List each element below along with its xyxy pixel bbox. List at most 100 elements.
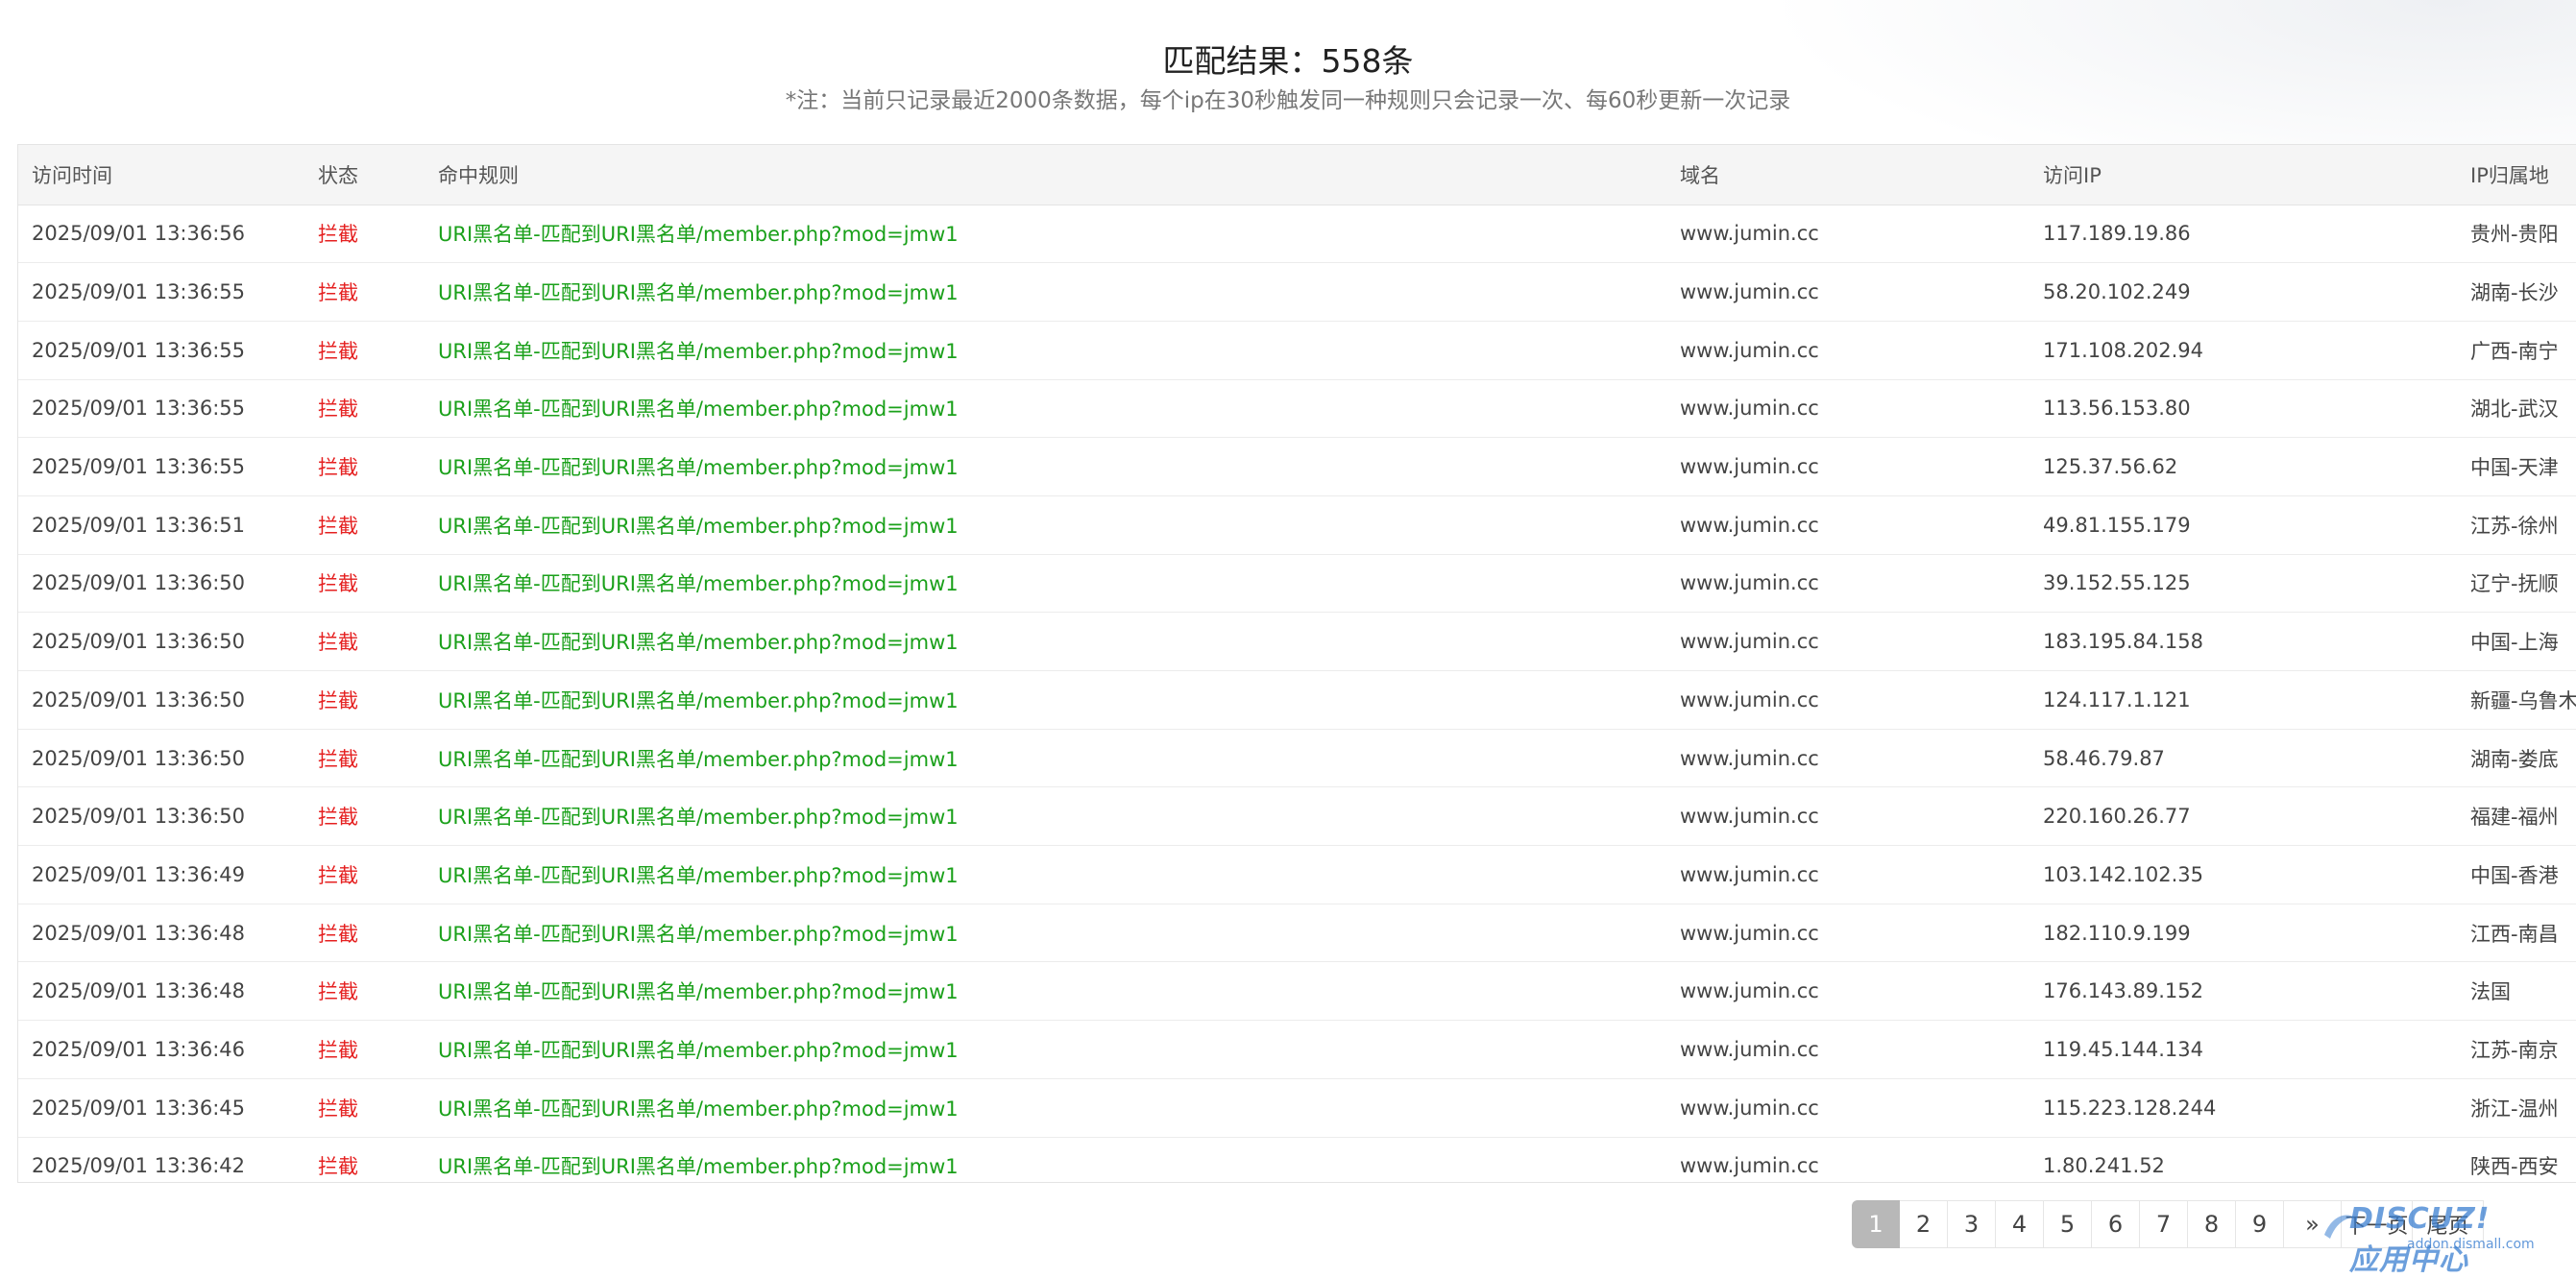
cell-location: 贵州-贵阳	[2457, 205, 2576, 264]
cell-rule: URI黑名单-匹配到URI黑名单/member.php?mod=jmw1	[425, 321, 1666, 380]
cell-domain: www.jumin.cc	[1666, 495, 2029, 555]
cell-domain: www.jumin.cc	[1666, 1020, 2029, 1079]
cell-ip: 171.108.202.94	[2029, 321, 2457, 380]
cell-rule: URI黑名单-匹配到URI黑名单/member.php?mod=jmw1	[425, 729, 1666, 788]
table-row: 2025/09/01 13:36:48 拦截 URI黑名单-匹配到URI黑名单/me…	[18, 904, 2576, 963]
table-row: 2025/09/01 13:36:50 拦截 URI黑名单-匹配到URI黑名单/me…	[18, 670, 2576, 730]
table-row: 2025/09/01 13:36:56 拦截 URI黑名单-匹配到URI黑名单/me…	[18, 205, 2576, 264]
cell-ip: 1.80.241.52	[2029, 1137, 2457, 1182]
cell-time: 2025/09/01 13:36:50	[18, 554, 304, 614]
table-row: 2025/09/01 13:36:55 拦截 URI黑名单-匹配到URI黑名单/me…	[18, 437, 2576, 496]
cell-location: 新疆-乌鲁木	[2457, 670, 2576, 730]
column-header-status: 状态	[304, 145, 425, 205]
cell-rule: URI黑名单-匹配到URI黑名单/member.php?mod=jmw1	[425, 961, 1666, 1022]
table-body: 2025/09/01 13:36:56 拦截 URI黑名单-匹配到URI黑名单/me…	[18, 205, 2576, 1182]
cell-rule: URI黑名单-匹配到URI黑名单/member.php?mod=jmw1	[425, 1137, 1666, 1182]
cell-ip: 49.81.155.179	[2029, 495, 2457, 555]
cell-location: 浙江-温州	[2457, 1078, 2576, 1138]
table-row: 2025/09/01 13:36:50 拦截 URI黑名单-匹配到URI黑名单/me…	[18, 554, 2576, 614]
page-button-2[interactable]: 2	[1900, 1200, 1948, 1248]
cell-status: 拦截	[304, 729, 425, 788]
cell-domain: www.jumin.cc	[1666, 786, 2029, 847]
cell-status: 拦截	[304, 379, 425, 439]
cell-location: 湖北-武汉	[2457, 379, 2576, 439]
cell-status: 拦截	[304, 205, 425, 264]
cell-status: 拦截	[304, 1137, 425, 1182]
cell-domain: www.jumin.cc	[1666, 904, 2029, 963]
page-note: *注：当前只记录最近2000条数据，每个ip在30秒触发同一种规则只会记录一次、…	[785, 88, 1791, 113]
cell-time: 2025/09/01 13:36:42	[18, 1137, 304, 1182]
page-button-6[interactable]: 6	[2092, 1200, 2140, 1248]
page-button-4[interactable]: 4	[1996, 1200, 2044, 1248]
cell-location: 中国-天津	[2457, 437, 2576, 496]
page-button-7[interactable]: 7	[2140, 1200, 2188, 1248]
cell-domain: www.jumin.cc	[1666, 845, 2029, 904]
table-row: 2025/09/01 13:36:50 拦截 URI黑名单-匹配到URI黑名单/me…	[18, 729, 2576, 788]
cell-location: 中国-上海	[2457, 612, 2576, 671]
cell-domain: www.jumin.cc	[1666, 554, 2029, 614]
cell-ip: 113.56.153.80	[2029, 379, 2457, 439]
cell-time: 2025/09/01 13:36:50	[18, 729, 304, 788]
page-button-9[interactable]: 9	[2236, 1200, 2284, 1248]
cell-ip: 182.110.9.199	[2029, 904, 2457, 963]
page-button-8[interactable]: 8	[2188, 1200, 2236, 1248]
column-header-rule: 命中规则	[425, 145, 1666, 205]
table-row: 2025/09/01 13:36:55 拦截 URI黑名单-匹配到URI黑名单/me…	[18, 321, 2576, 380]
log-table: 访问时间 状态 命中规则 域名 访问IP IP归属地 2025/09/01 13:36:5…	[18, 145, 2576, 1182]
cell-ip: 39.152.55.125	[2029, 554, 2457, 614]
last-page-button[interactable]: 尾页	[2413, 1200, 2484, 1248]
cell-rule: URI黑名单-匹配到URI黑名单/member.php?mod=jmw1	[425, 612, 1666, 671]
cell-ip: 58.20.102.249	[2029, 262, 2457, 322]
pagination: 1 2 3 4 5 6 7 8 9» 下一页 尾页	[1852, 1200, 2484, 1248]
cell-rule: URI黑名单-匹配到URI黑名单/member.php?mod=jmw1	[425, 437, 1666, 496]
cell-domain: www.jumin.cc	[1666, 262, 2029, 322]
column-header-location: IP归属地	[2457, 145, 2576, 205]
cell-ip: 183.195.84.158	[2029, 612, 2457, 671]
cell-status: 拦截	[304, 612, 425, 671]
next-page-button[interactable]: 下一页	[2342, 1200, 2413, 1248]
cell-rule: URI黑名单-匹配到URI黑名单/member.php?mod=jmw1	[425, 262, 1666, 322]
cell-domain: www.jumin.cc	[1666, 1078, 2029, 1138]
page-title: 匹配结果：558条	[1162, 42, 1414, 80]
cell-time: 2025/09/01 13:36:50	[18, 670, 304, 730]
cell-status: 拦截	[304, 1078, 425, 1138]
cell-status: 拦截	[304, 495, 425, 555]
page-button-5[interactable]: 5	[2044, 1200, 2092, 1248]
cell-domain: www.jumin.cc	[1666, 321, 2029, 380]
cell-domain: www.jumin.cc	[1666, 670, 2029, 730]
cell-rule: URI黑名单-匹配到URI黑名单/member.php?mod=jmw1	[425, 1078, 1666, 1138]
page-button-1[interactable]: 1	[1852, 1200, 1900, 1248]
table-row: 2025/09/01 13:36:50 拦截 URI黑名单-匹配到URI黑名单/me…	[18, 786, 2576, 847]
cell-rule: URI黑名单-匹配到URI黑名单/member.php?mod=jmw1	[425, 845, 1666, 904]
cell-time: 2025/09/01 13:36:48	[18, 904, 304, 963]
cell-time: 2025/09/01 13:36:49	[18, 845, 304, 904]
next-arrow-button[interactable]: »	[2284, 1200, 2342, 1248]
cell-domain: www.jumin.cc	[1666, 437, 2029, 496]
cell-time: 2025/09/01 13:36:55	[18, 262, 304, 322]
page-button-3[interactable]: 3	[1948, 1200, 1996, 1248]
table-row: 2025/09/01 13:36:49 拦截 URI黑名单-匹配到URI黑名单/me…	[18, 845, 2576, 904]
cell-time: 2025/09/01 13:36:51	[18, 495, 304, 555]
cell-time: 2025/09/01 13:36:50	[18, 786, 304, 847]
log-table-container[interactable]: 访问时间 状态 命中规则 域名 访问IP IP归属地 2025/09/01 13:36:5…	[17, 144, 2576, 1183]
cell-domain: www.jumin.cc	[1666, 379, 2029, 439]
cell-time: 2025/09/01 13:36:55	[18, 321, 304, 380]
table-row: 2025/09/01 13:36:55 拦截 URI黑名单-匹配到URI黑名单/me…	[18, 379, 2576, 439]
cell-ip: 220.160.26.77	[2029, 786, 2457, 847]
cell-status: 拦截	[304, 437, 425, 496]
table-row: 2025/09/01 13:36:50 拦截 URI黑名单-匹配到URI黑名单/me…	[18, 612, 2576, 671]
cell-location: 辽宁-抚顺	[2457, 554, 2576, 614]
cell-location: 福建-福州	[2457, 786, 2576, 847]
cell-domain: www.jumin.cc	[1666, 961, 2029, 1022]
cell-time: 2025/09/01 13:36:56	[18, 205, 304, 264]
cell-ip: 117.189.19.86	[2029, 205, 2457, 264]
cell-rule: URI黑名单-匹配到URI黑名单/member.php?mod=jmw1	[425, 786, 1666, 847]
cell-domain: www.jumin.cc	[1666, 612, 2029, 671]
cell-domain: www.jumin.cc	[1666, 729, 2029, 788]
cell-rule: URI黑名单-匹配到URI黑名单/member.php?mod=jmw1	[425, 670, 1666, 730]
cell-location: 陕西-西安	[2457, 1137, 2576, 1182]
cell-time: 2025/09/01 13:36:45	[18, 1078, 304, 1138]
cell-location: 江苏-南京	[2457, 1020, 2576, 1079]
column-header-time: 访问时间	[18, 145, 304, 205]
cell-ip: 58.46.79.87	[2029, 729, 2457, 788]
